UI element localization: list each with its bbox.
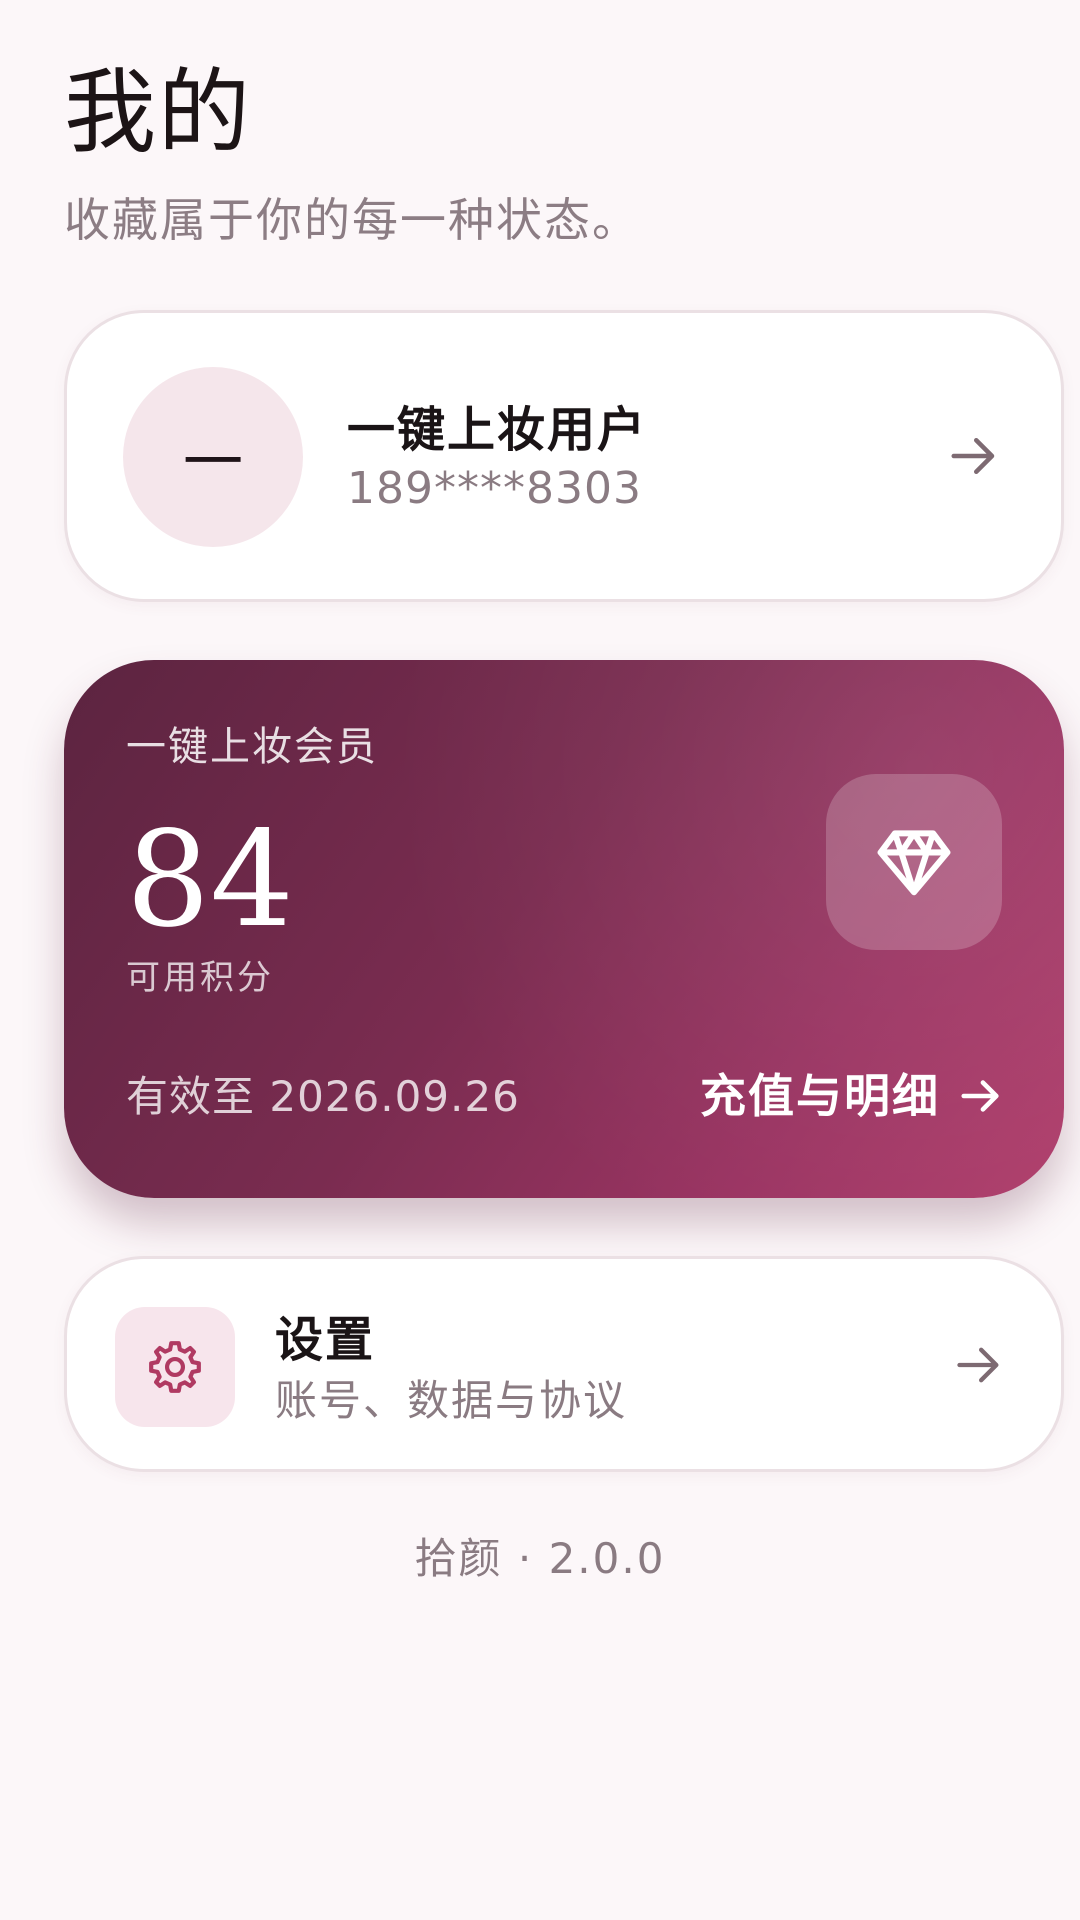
profile-card[interactable]: 一 一键上妆用户 189****8303 <box>64 310 1064 602</box>
settings-title: 设置 <box>275 1312 376 1368</box>
page-subtitle: 收藏属于你的每一种状态。 <box>64 193 640 247</box>
profile-page: 我的 收藏属于你的每一种状态。 一 一键上妆用户 189****8303 一键上… <box>0 0 1080 1920</box>
recharge-details-link[interactable]: 充值与明细 <box>700 1068 1004 1124</box>
settings-icon-box <box>115 1307 235 1427</box>
gear-icon <box>149 1341 201 1393</box>
profile-name: 一键上妆用户 <box>347 402 648 458</box>
page-title: 我的 <box>64 59 253 166</box>
avatar-initial: 一 <box>183 427 243 498</box>
recharge-label: 充值与明细 <box>700 1069 940 1123</box>
arrow-right-icon <box>961 1080 999 1112</box>
arrow-right-icon[interactable] <box>953 1339 1005 1391</box>
app-version: 拾颜 · 2.0.0 <box>414 1534 666 1583</box>
membership-title: 一键上妆会员 <box>126 724 378 770</box>
profile-phone: 189****8303 <box>347 463 642 514</box>
arrow-right-icon[interactable] <box>947 429 1001 483</box>
settings-card[interactable]: 设置 账号、数据与协议 <box>64 1256 1064 1472</box>
points-value: 84 <box>126 803 294 957</box>
diamond-badge <box>826 774 1002 950</box>
points-label: 可用积分 <box>126 958 274 998</box>
membership-card[interactable]: 一键上妆会员 84 可用积分 有效至 2026.09.26 充值与明细 <box>64 660 1064 1198</box>
settings-description: 账号、数据与协议 <box>275 1376 628 1425</box>
diamond-icon <box>877 830 951 896</box>
expiry-date: 有效至 2026.09.26 <box>126 1072 520 1121</box>
avatar: 一 <box>123 367 303 547</box>
